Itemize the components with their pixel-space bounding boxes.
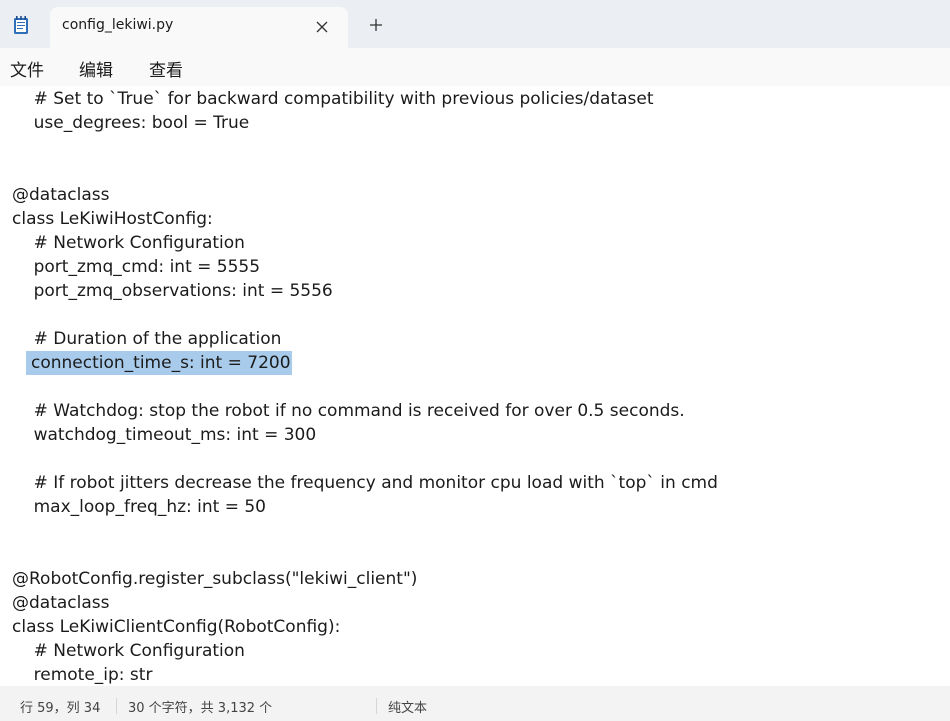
close-icon[interactable] bbox=[313, 18, 331, 36]
status-divider bbox=[376, 698, 377, 714]
tab-bar: config_lekiwi.py bbox=[0, 0, 950, 48]
code-line: # Set to `True` for backward compatibili… bbox=[12, 89, 654, 109]
selected-code-line: connection_time_s: int = 7200 bbox=[26, 351, 292, 375]
status-selection-count: 30 个字符，共 3,132 个 bbox=[128, 701, 273, 716]
code-line: # Watchdog: stop the robot if no command… bbox=[12, 401, 685, 421]
code-line: @dataclass bbox=[12, 185, 110, 205]
code-line: class LeKiwiHostConfig: bbox=[12, 209, 213, 229]
menu-edit[interactable]: 编辑 bbox=[79, 56, 113, 81]
plus-icon[interactable] bbox=[367, 16, 385, 34]
status-bar: 行 59，列 34 30 个字符，共 3,132 个 纯文本 bbox=[0, 690, 950, 721]
text-editor[interactable]: # Set to `True` for backward compatibili… bbox=[0, 86, 950, 686]
status-cursor-position: 行 59，列 34 bbox=[20, 701, 101, 716]
code-line: port_zmq_observations: int = 5556 bbox=[12, 281, 333, 301]
code-line: max_loop_freq_hz: int = 50 bbox=[12, 497, 266, 517]
tab-title: config_lekiwi.py bbox=[62, 17, 174, 33]
code-line: # Duration of the application bbox=[12, 329, 282, 349]
notepad-window: config_lekiwi.py 文件 编辑 查看 # Set to `True… bbox=[0, 0, 950, 721]
tab-config-lekiwi[interactable]: config_lekiwi.py bbox=[50, 7, 348, 48]
code-line: watchdog_timeout_ms: int = 300 bbox=[12, 425, 317, 445]
status-divider bbox=[116, 698, 117, 714]
code-line: class LeKiwiClientConfig(RobotConfig): bbox=[12, 617, 341, 637]
code-line: # Network Configuration bbox=[12, 641, 245, 661]
menu-view[interactable]: 查看 bbox=[149, 56, 183, 81]
menu-bar: 文件 编辑 查看 bbox=[0, 48, 950, 86]
status-encoding: 纯文本 bbox=[388, 701, 428, 716]
code-line: # Network Configuration bbox=[12, 233, 245, 253]
code-line: port_zmq_cmd: int = 5555 bbox=[12, 257, 261, 277]
notepad-icon bbox=[14, 16, 28, 34]
menu-file[interactable]: 文件 bbox=[10, 56, 44, 81]
code-line: # If robot jitters decrease the frequenc… bbox=[12, 473, 718, 493]
code-line: remote_ip: str bbox=[12, 665, 153, 685]
code-line: @dataclass bbox=[12, 593, 110, 613]
code-line: use_degrees: bool = True bbox=[12, 113, 250, 133]
code-line: @RobotConfig.register_subclass("lekiwi_c… bbox=[12, 569, 418, 589]
